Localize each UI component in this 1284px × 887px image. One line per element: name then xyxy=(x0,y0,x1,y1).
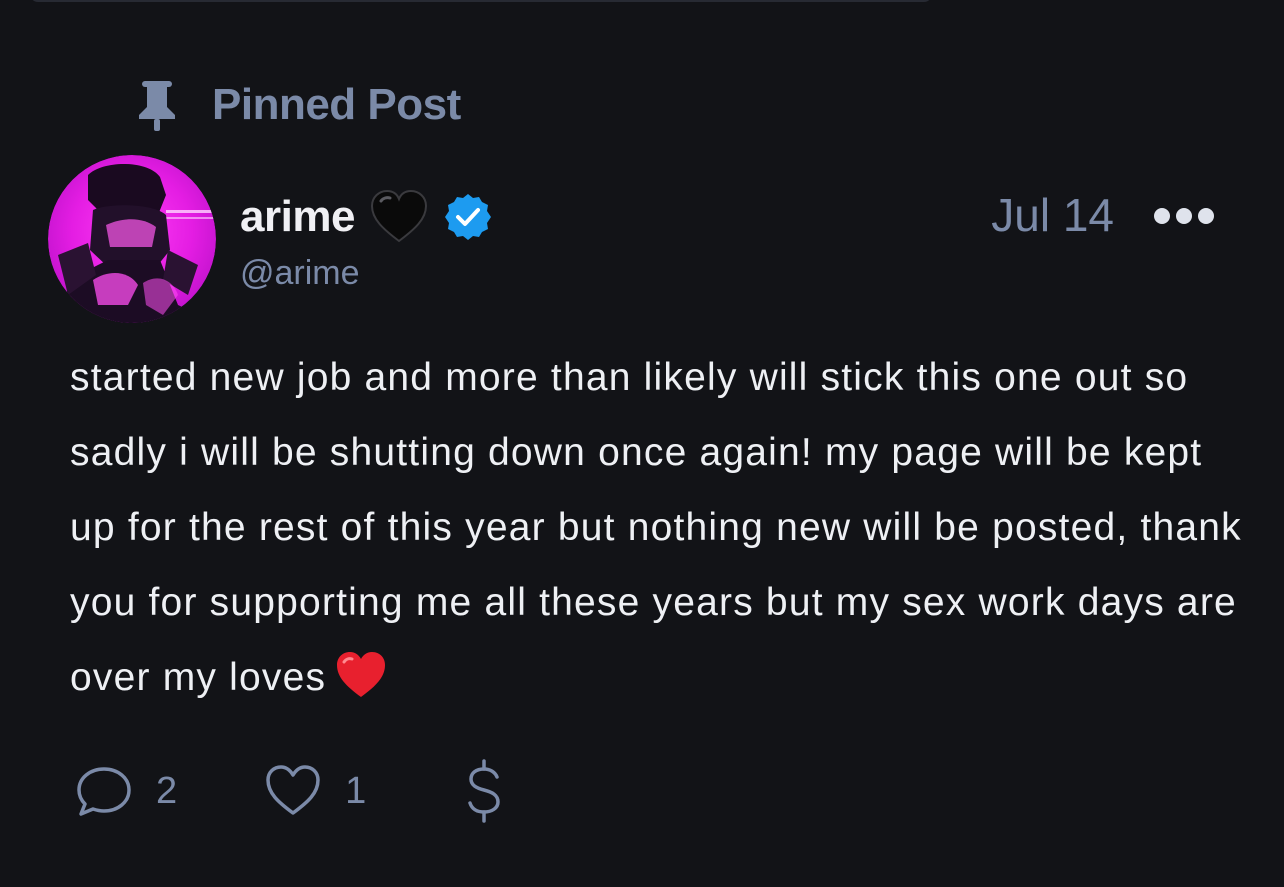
like-button[interactable]: 1 xyxy=(263,761,366,821)
like-count: 1 xyxy=(345,769,367,812)
post-date[interactable]: Jul 14 xyxy=(991,188,1114,242)
author-display-name[interactable]: arime xyxy=(240,192,355,242)
red-heart-icon xyxy=(337,652,386,697)
pin-icon xyxy=(139,81,175,131)
heart-outline-icon xyxy=(266,765,320,815)
post-page: Pinned Post arime @arime Jul 14 started … xyxy=(0,0,1284,887)
post-actions: 2 1 xyxy=(74,758,504,824)
author-name-row: arime xyxy=(240,186,493,248)
post-text-content: started new job and more than likely wil… xyxy=(70,356,1242,699)
author-handle[interactable]: @arime xyxy=(240,254,360,293)
black-heart-icon xyxy=(370,189,427,243)
tip-button[interactable] xyxy=(464,759,504,823)
comment-icon xyxy=(77,767,131,816)
avatar[interactable] xyxy=(48,155,216,323)
previous-card-edge xyxy=(30,0,932,2)
post-text: started new job and more than likely wil… xyxy=(70,340,1260,715)
more-options-icon[interactable] xyxy=(1152,200,1216,232)
pinned-label: Pinned Post xyxy=(212,80,461,129)
comment-count: 2 xyxy=(156,769,178,812)
pinned-header: Pinned Post xyxy=(136,78,461,132)
comment-button[interactable]: 2 xyxy=(74,761,177,821)
dollar-icon xyxy=(468,759,501,823)
verified-badge-icon xyxy=(444,194,491,240)
